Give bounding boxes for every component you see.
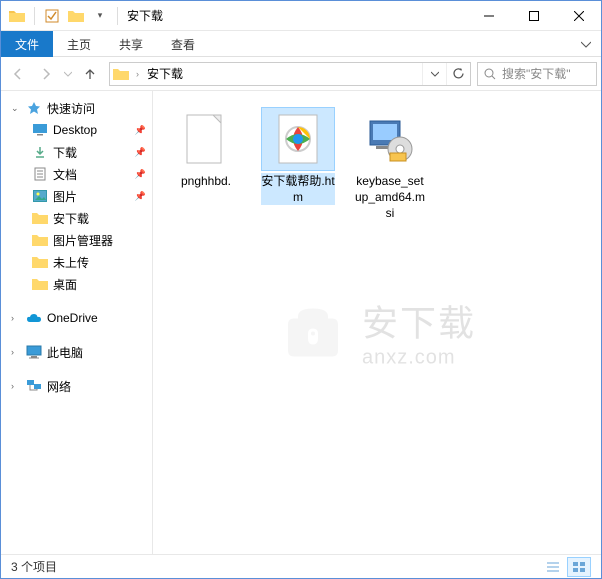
sidebar-item[interactable]: 安下载 [1,207,152,229]
file-name: 安下载帮助.htm [261,173,335,205]
ribbon-expand-button[interactable] [571,31,601,56]
sidebar-item[interactable]: 未上传 [1,251,152,273]
window-title: 安下载 [127,7,163,24]
onedrive-label: OneDrive [47,311,98,325]
folder-icon [31,231,49,249]
refresh-button[interactable] [446,63,470,85]
sidebar-item[interactable]: 下载 📌 [1,141,152,163]
desktop-icon [31,121,49,139]
sidebar-item-label: 未上传 [53,254,89,271]
tab-share[interactable]: 共享 [105,31,157,57]
file-item[interactable]: pnghhbd. [169,107,243,222]
this-pc-label: 此电脑 [47,344,83,361]
search-icon [484,68,496,80]
sidebar-item-label: 文档 [53,166,77,183]
folder-icon [31,209,49,227]
watermark-cn: 安下载 [362,294,476,346]
item-count: 3 个项目 [11,558,57,575]
close-button[interactable] [556,1,601,30]
chevron-right-icon[interactable]: › [11,347,21,357]
chevron-right-icon[interactable]: › [11,381,21,391]
file-item[interactable]: keybase_setup_amd64.msi [353,107,427,222]
pin-icon: 📌 [135,191,146,202]
onedrive-icon [25,309,43,327]
address-dropdown-button[interactable] [422,63,446,85]
address-bar[interactable]: › 安下载 [109,62,471,86]
pin-icon: 📌 [135,169,146,180]
pin-icon: 📌 [135,147,146,158]
network-icon [25,377,43,395]
sidebar-item-label: 下载 [53,144,77,161]
recent-dropdown[interactable] [61,61,75,87]
tab-view[interactable]: 查看 [157,31,209,57]
forward-button[interactable] [33,61,59,87]
minimize-button[interactable] [466,1,511,30]
sidebar-item-label: 安下载 [53,210,89,227]
pc-icon [25,343,43,361]
file-icon [261,107,335,171]
details-view-button[interactable] [541,557,565,577]
folder-icon [7,6,27,26]
file-view[interactable]: pnghhbd. 安下载帮助.htm keybase_setup_amd64.msi… [153,91,601,554]
up-button[interactable] [77,61,103,87]
icons-view-button[interactable] [567,557,591,577]
sidebar-item-label: 图片 [53,188,77,205]
title-bar: ▾ 安下载 [1,1,601,31]
watermark-en: anxz.com [362,346,476,369]
qat-folder-icon[interactable] [66,6,86,26]
maximize-button[interactable] [511,1,556,30]
quick-access-group[interactable]: ⌄ 快速访问 [1,97,152,119]
search-input[interactable]: 搜索"安下载" [477,62,597,86]
sidebar-item[interactable]: Desktop 📌 [1,119,152,141]
sidebar-item[interactable]: 文档 📌 [1,163,152,185]
chevron-right-icon[interactable]: › [11,313,21,323]
qat-dropdown-icon[interactable]: ▾ [90,6,110,26]
sidebar-item[interactable]: 图片 📌 [1,185,152,207]
ribbon-tabs: 文件 主页 共享 查看 [1,31,601,57]
network-label: 网络 [47,378,71,395]
quick-access-label: 快速访问 [47,100,95,117]
folder-icon [31,253,49,271]
pin-icon: 📌 [135,125,146,136]
sidebar-item-label: 图片管理器 [53,232,113,249]
star-icon [25,99,43,117]
tab-file[interactable]: 文件 [1,31,53,57]
breadcrumb-sep-icon[interactable]: › [132,69,143,79]
downloads-icon [31,143,49,161]
file-name: keybase_setup_amd64.msi [353,173,427,222]
back-button[interactable] [5,61,31,87]
file-name: pnghhbd. [181,173,231,189]
sidebar-item-label: Desktop [53,123,97,137]
sidebar-item[interactable]: 桌面 [1,273,152,295]
folder-icon [31,275,49,293]
onedrive-item[interactable]: › OneDrive [1,307,152,329]
search-placeholder: 搜索"安下载" [502,65,571,82]
tab-home[interactable]: 主页 [53,31,105,57]
file-item[interactable]: 安下载帮助.htm [261,107,335,222]
documents-icon [31,165,49,183]
network-item[interactable]: › 网络 [1,375,152,397]
file-icon [169,107,243,171]
navigation-pane: ⌄ 快速访问 Desktop 📌 下载 📌 文档 📌 图片 📌 安下载图片管理器未上传桌面 › … [1,91,153,554]
sidebar-item[interactable]: 图片管理器 [1,229,152,251]
sidebar-item-label: 桌面 [53,276,77,293]
this-pc-item[interactable]: › 此电脑 [1,341,152,363]
address-folder-icon [110,67,132,81]
navigation-bar: › 安下载 搜索"安下载" [1,57,601,91]
status-bar: 3 个项目 [1,554,601,578]
pictures-icon [31,187,49,205]
file-icon [353,107,427,171]
breadcrumb-item[interactable]: 安下载 [143,65,187,82]
properties-icon[interactable] [42,6,62,26]
chevron-down-icon[interactable]: ⌄ [11,103,21,114]
watermark: 安下载 anxz.com [278,294,476,369]
